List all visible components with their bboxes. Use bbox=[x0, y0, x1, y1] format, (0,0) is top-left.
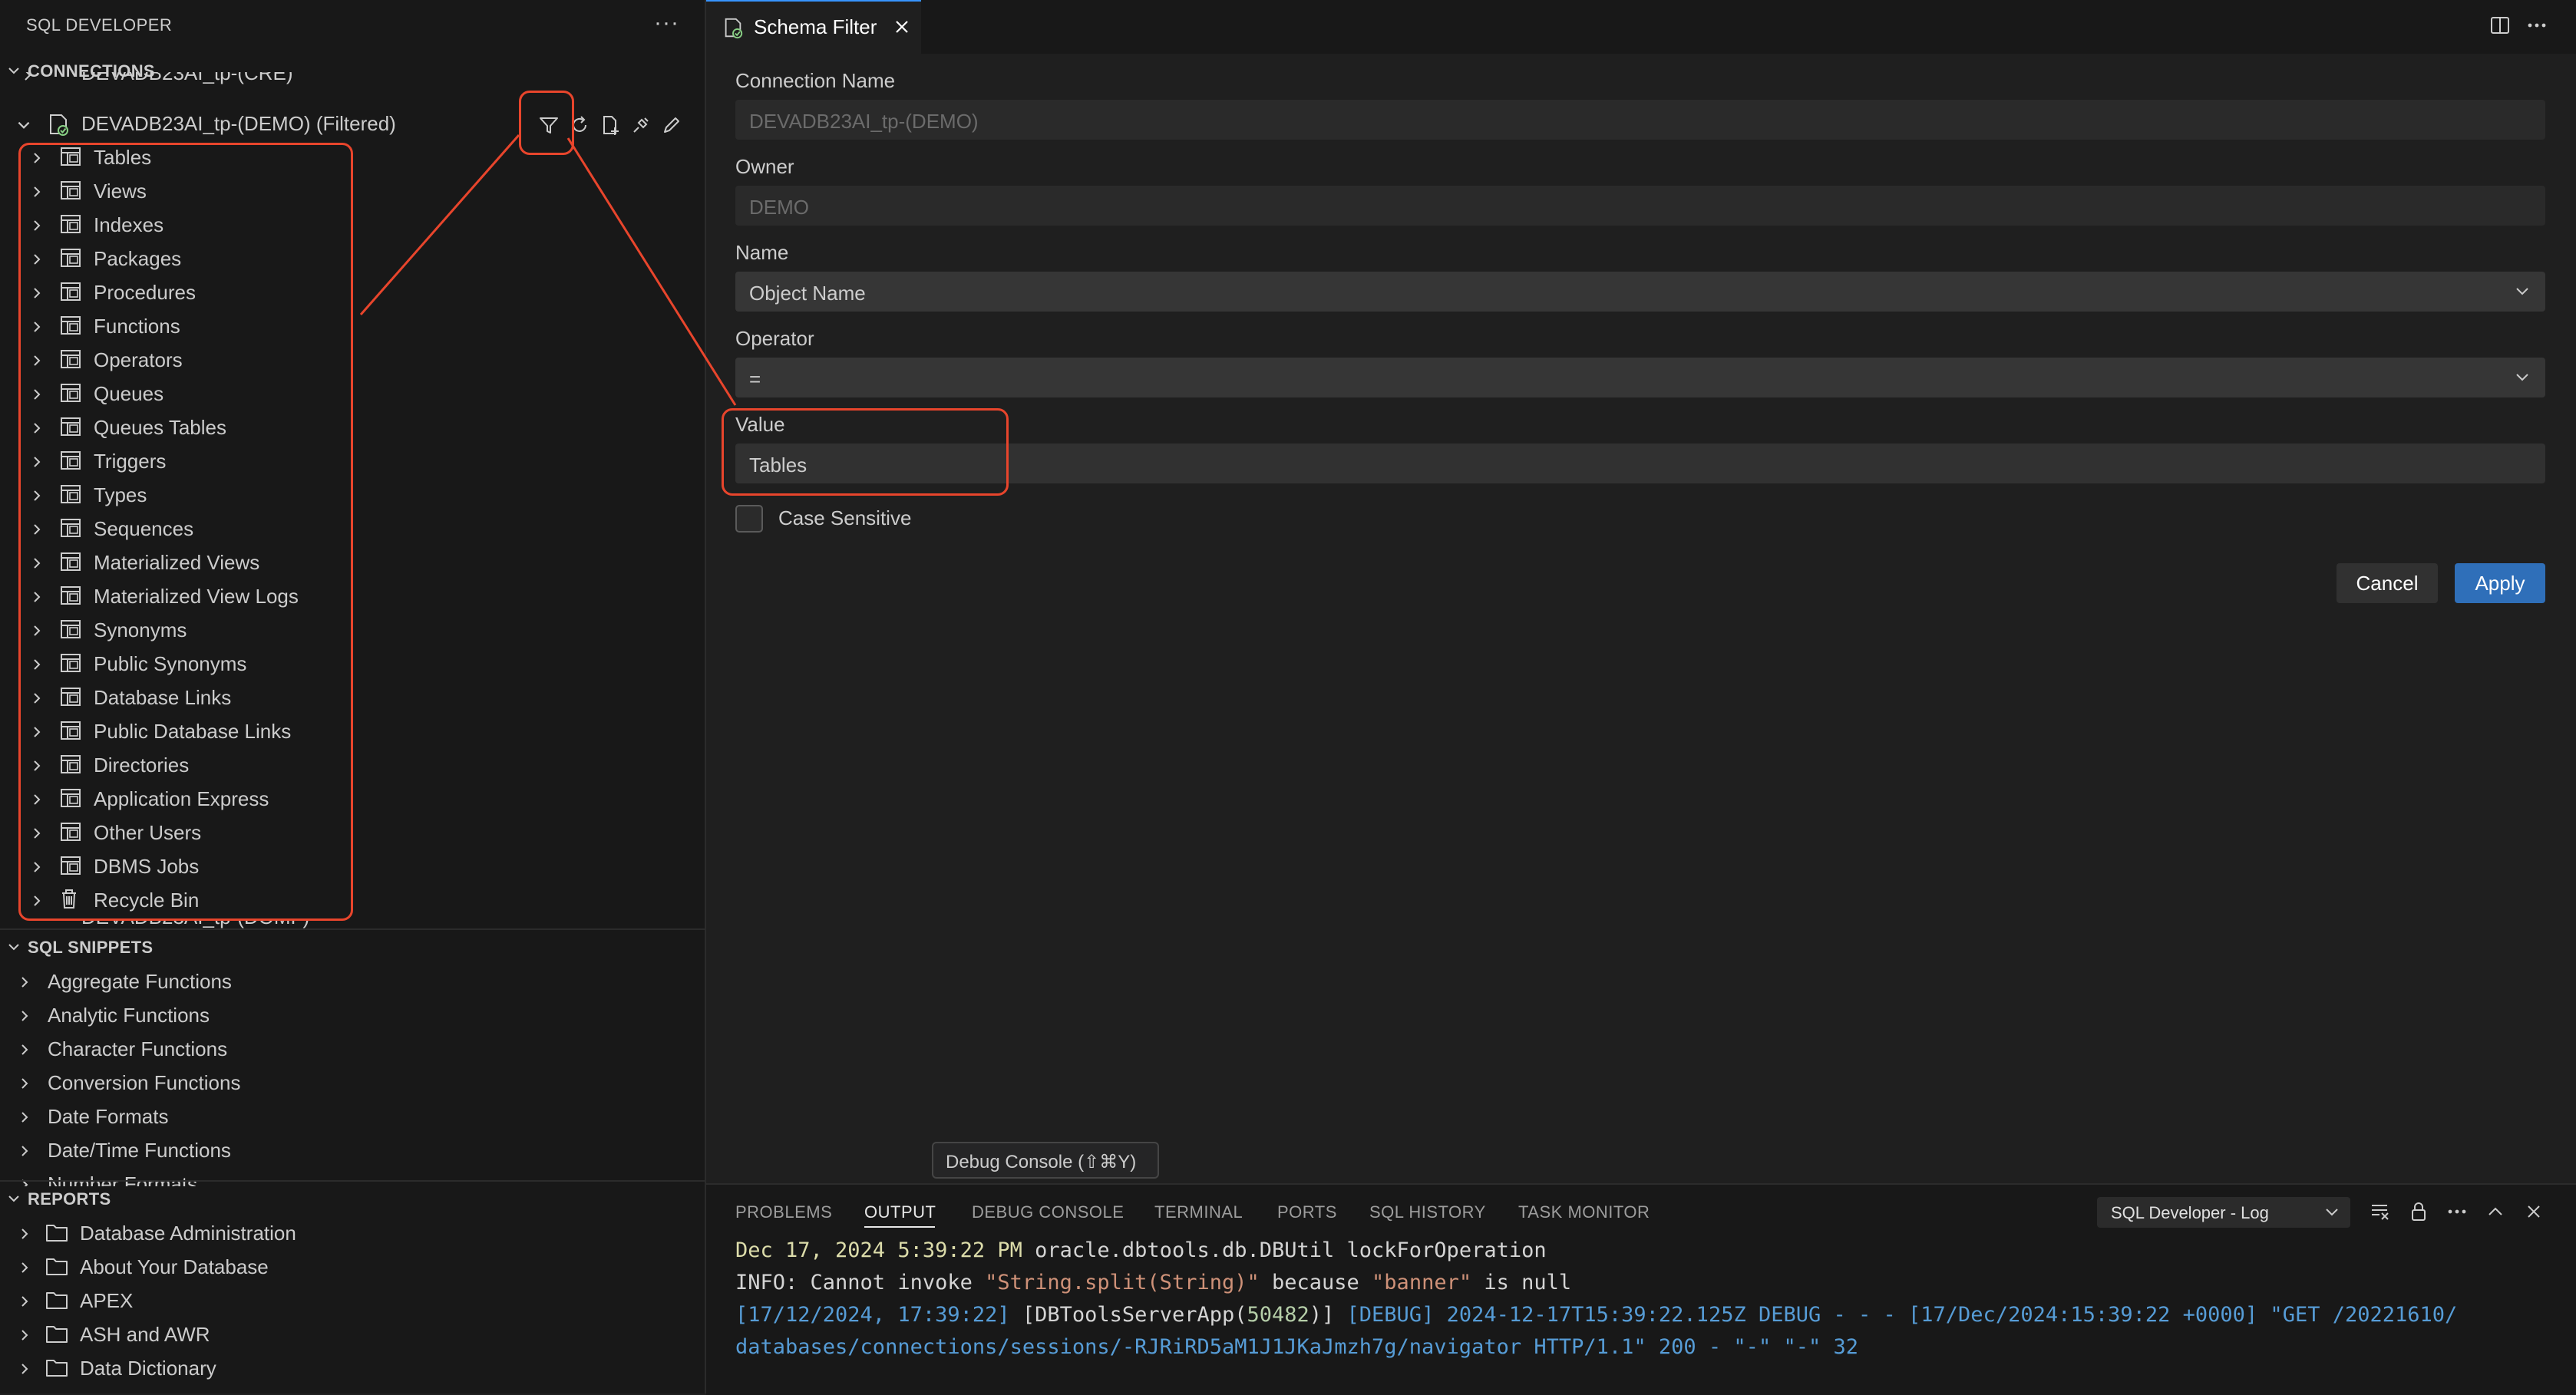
annotation-lines bbox=[359, 134, 737, 406]
